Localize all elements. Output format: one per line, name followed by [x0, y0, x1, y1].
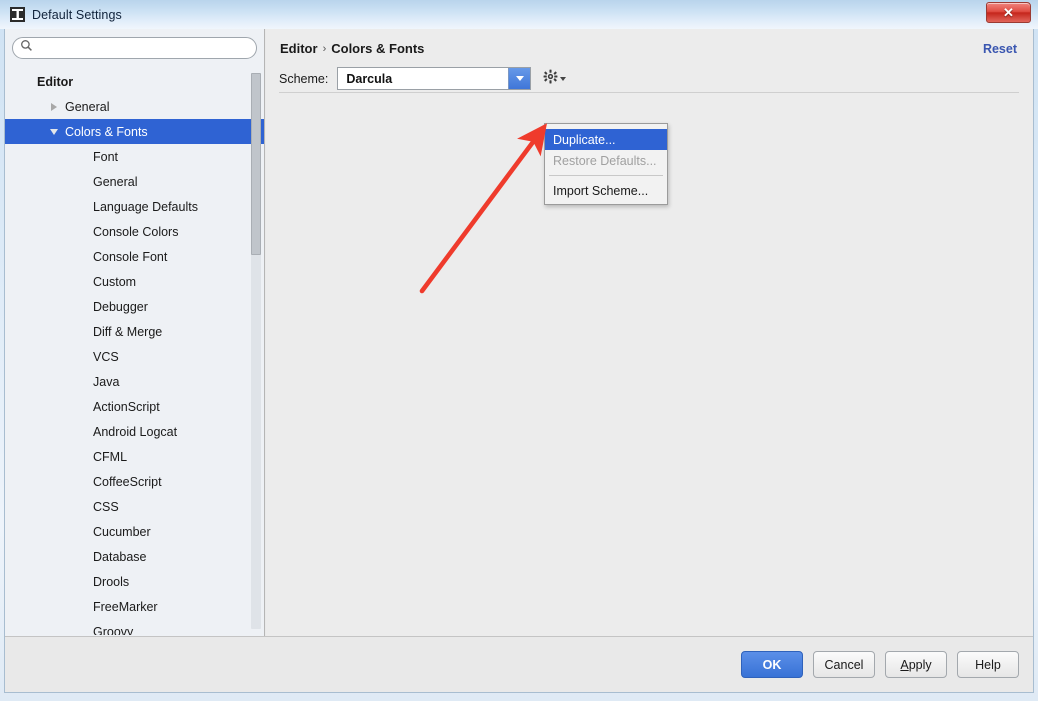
sidebar-item-label: VCS — [93, 349, 119, 364]
scheme-settings-button[interactable] — [543, 69, 567, 89]
sidebar-item-label: Colors & Fonts — [65, 124, 148, 139]
menu-item-restore-defaults: Restore Defaults... — [553, 153, 657, 168]
search-icon — [20, 39, 33, 57]
sidebar-item-editor[interactable]: Editor — [5, 69, 264, 94]
chevron-right-icon[interactable] — [47, 102, 61, 111]
sidebar-item-label: Editor — [37, 74, 74, 89]
search-box[interactable] — [12, 37, 257, 59]
menu-item-duplicate[interactable]: Duplicate... — [545, 129, 667, 150]
scheme-label: Scheme: — [279, 71, 329, 86]
chevron-down-icon — [515, 76, 524, 81]
sidebar-item-general[interactable]: General — [5, 94, 264, 119]
sidebar-item-android-logcat[interactable]: Android Logcat — [5, 419, 264, 444]
chevron-down-icon[interactable] — [47, 128, 61, 135]
triangle-right-icon — [51, 102, 57, 111]
settings-sidebar: Editor General Colors & Fonts Font General La… — [5, 29, 265, 636]
sidebar-item-css[interactable]: CSS — [5, 494, 264, 519]
sidebar-item-cfml[interactable]: CFML — [5, 444, 264, 469]
sidebar-item-actionscript[interactable]: ActionScript — [5, 394, 264, 419]
breadcrumb-separator-icon: › — [322, 42, 327, 55]
sidebar-item-label: Android Logcat — [93, 424, 178, 439]
sidebar-item-groovy[interactable]: Groovy — [5, 619, 264, 636]
sidebar-item-label: FreeMarker — [93, 599, 158, 614]
breadcrumb-root[interactable]: Editor — [280, 41, 318, 56]
dialog-footer: OK Cancel Apply Help — [5, 636, 1033, 691]
sidebar-item-label: Font — [93, 149, 119, 164]
sidebar-item-label: Custom — [93, 274, 137, 289]
scheme-row: Scheme: Darcula — [279, 67, 567, 90]
menu-item-import-scheme[interactable]: Import Scheme... — [545, 180, 667, 201]
window-title: Default Settings — [32, 7, 122, 22]
sidebar-item-general[interactable]: General — [5, 169, 264, 194]
cancel-button[interactable]: Cancel — [813, 651, 875, 678]
search-input[interactable] — [38, 40, 248, 56]
sidebar-item-java[interactable]: Java — [5, 369, 264, 394]
triangle-down-icon — [50, 128, 58, 135]
content-panel: Editor › Colors & Fonts Reset Scheme: Da… — [266, 29, 1033, 636]
sidebar-item-label: CoffeeScript — [93, 474, 162, 489]
breadcrumb-current: Colors & Fonts — [331, 41, 425, 56]
sidebar-item-label: CFML — [93, 449, 128, 464]
sidebar-item-drools[interactable]: Drools — [5, 569, 264, 594]
sidebar-item-cucumber[interactable]: Cucumber — [5, 519, 264, 544]
sidebar-item-label: General — [93, 174, 138, 189]
sidebar-item-database[interactable]: Database — [5, 544, 264, 569]
close-button[interactable]: ✕ — [986, 2, 1031, 23]
apply-button[interactable]: Apply — [885, 651, 947, 678]
title-bar: Default Settings ✕ — [0, 0, 1038, 29]
sidebar-item-label: CSS — [93, 499, 119, 514]
sidebar-item-coffeescript[interactable]: CoffeeScript — [5, 469, 264, 494]
sidebar-item-console-font[interactable]: Console Font — [5, 244, 264, 269]
gear-icon — [543, 69, 558, 89]
sidebar-item-custom[interactable]: Custom — [5, 269, 264, 294]
apply-button-label: pply — [908, 657, 932, 672]
sidebar-item-label: ActionScript — [93, 399, 160, 414]
sidebar-item-label: Groovy — [93, 624, 134, 636]
sidebar-item-label: Cucumber — [93, 524, 151, 539]
breadcrumb: Editor › Colors & Fonts — [280, 41, 424, 56]
sidebar-item-console-colors[interactable]: Console Colors — [5, 219, 264, 244]
sidebar-item-label: Language Defaults — [93, 199, 198, 214]
search-field-wrapper — [12, 37, 257, 59]
sidebar-item-label: Console Font — [93, 249, 168, 264]
sidebar-item-label: Drools — [93, 574, 130, 589]
sidebar-item-label: Database — [93, 549, 147, 564]
ok-button[interactable]: OK — [741, 651, 803, 678]
dialog-button-row: OK Cancel Apply Help — [741, 651, 1019, 678]
sidebar-item-font[interactable]: Font — [5, 144, 264, 169]
scheme-dropdown-button[interactable] — [508, 68, 531, 89]
sidebar-item-language-defaults[interactable]: Language Defaults — [5, 194, 264, 219]
scheme-combobox[interactable]: Darcula — [337, 67, 532, 90]
sidebar-item-label: Diff & Merge — [93, 324, 163, 339]
sidebar-item-diff-merge[interactable]: Diff & Merge — [5, 319, 264, 344]
sidebar-scrollbar-thumb[interactable] — [251, 73, 261, 255]
apply-mnemonic: A — [900, 657, 909, 672]
sidebar-item-label: Java — [93, 374, 120, 389]
reset-link[interactable]: Reset — [983, 42, 1017, 56]
sidebar-item-freemarker[interactable]: FreeMarker — [5, 594, 264, 619]
help-button[interactable]: Help — [957, 651, 1019, 678]
sidebar-item-vcs[interactable]: VCS — [5, 344, 264, 369]
settings-window: Default Settings ✕ Editor General Colors… — [0, 0, 1038, 701]
menu-separator — [549, 175, 663, 176]
intellij-idea-icon — [9, 7, 25, 23]
settings-tree[interactable]: Editor General Colors & Fonts Font General La… — [5, 69, 264, 635]
window-body: Editor General Colors & Fonts Font General La… — [4, 29, 1034, 693]
scheme-context-menu[interactable]: Duplicate... Restore Defaults... Import Sc… — [544, 123, 668, 205]
sidebar-item-colors-fonts[interactable]: Colors & Fonts — [5, 119, 264, 144]
close-icon: ✕ — [1003, 5, 1014, 20]
content-separator — [279, 92, 1019, 93]
sidebar-item-debugger[interactable]: Debugger — [5, 294, 264, 319]
gear-dropdown-arrow-icon — [560, 76, 567, 81]
scheme-selected-value: Darcula — [346, 71, 393, 86]
sidebar-item-label: General — [65, 99, 110, 114]
sidebar-item-label: Console Colors — [93, 224, 179, 239]
sidebar-item-label: Debugger — [93, 299, 148, 314]
